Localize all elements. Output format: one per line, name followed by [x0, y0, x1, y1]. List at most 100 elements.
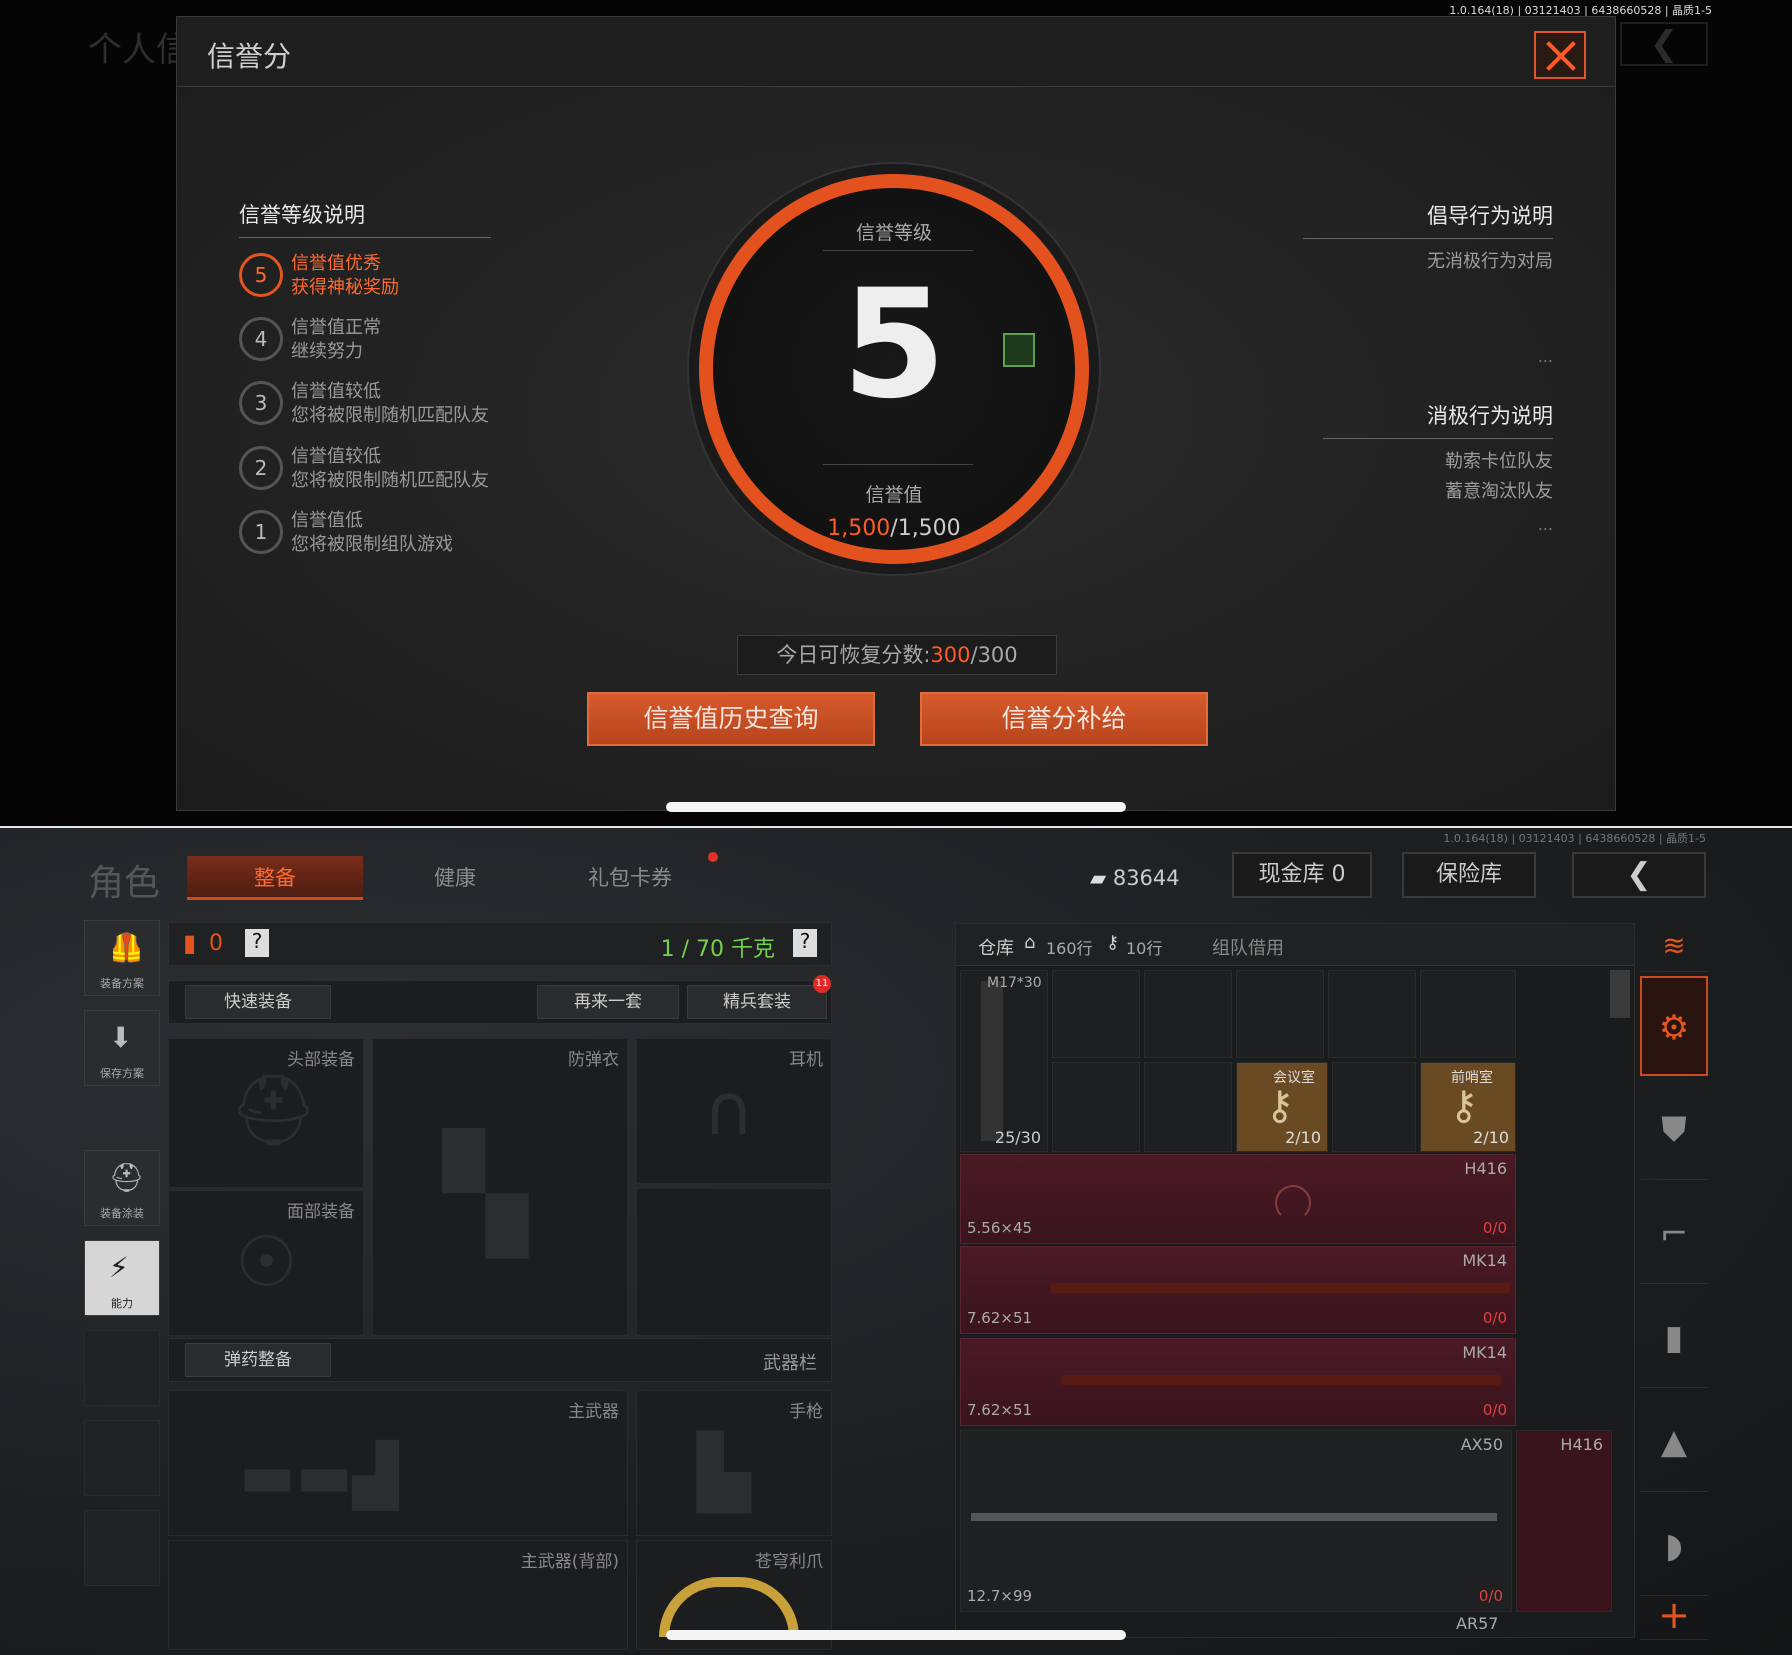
tab-health[interactable]: 健康	[380, 856, 530, 900]
recover-current: 300	[930, 643, 971, 667]
weight-indicator: 1 / 70 千克	[660, 937, 775, 962]
filter-misc-icon[interactable]: ◗	[1640, 1496, 1708, 1596]
level-title: 信誉值较低	[291, 381, 381, 402]
background-back-button: ❮	[1620, 22, 1708, 66]
weapon-name: H416	[1560, 1435, 1603, 1454]
scrollbar[interactable]	[1610, 970, 1630, 1018]
back-button[interactable]: ❮	[1572, 852, 1706, 898]
credit-supply-button[interactable]: 信誉分补给	[920, 692, 1208, 746]
filter-ammo-icon[interactable]: ▲	[1640, 1392, 1708, 1492]
level-item-5: 5 信誉值优秀 获得神秘奖励	[239, 249, 539, 301]
cash-store-button[interactable]: 现金库 0	[1232, 852, 1372, 898]
magazine-item[interactable]: M17*30 25/30	[960, 970, 1048, 1152]
skin-button[interactable]: ⛑ 装备涂装	[84, 1150, 160, 1226]
team-borrow-tab[interactable]: 组队借用	[1212, 934, 1284, 960]
home-icon: ⌂	[1024, 932, 1036, 953]
key-icon: ⚷	[1449, 1083, 1479, 1129]
more-indicator: ...	[1537, 515, 1553, 534]
add-icon[interactable]: +	[1640, 1590, 1708, 1640]
filter-rifle-icon[interactable]: ⌐	[1640, 1184, 1708, 1284]
empty-cell	[1420, 970, 1516, 1058]
face-slot[interactable]: 面部装备 ☉	[168, 1190, 364, 1336]
tab-storage[interactable]: 仓库	[978, 934, 1014, 960]
elite-set-button[interactable]: 精兵套装	[687, 985, 827, 1019]
loadout-header: ▮ 0 ? 1 / 70 千克 ?	[168, 922, 832, 966]
ability-button[interactable]: ⚡ 能力	[84, 1240, 160, 1316]
help-button[interactable]: ?	[793, 929, 817, 957]
recover-score: 今日可恢复分数:300/300	[737, 635, 1057, 675]
item-count: 0	[209, 931, 223, 956]
weapon-item[interactable]: H416 5.56×45 0/0	[960, 1154, 1516, 1244]
close-button[interactable]	[1534, 31, 1586, 79]
slot-label: 防弹衣	[568, 1050, 619, 1070]
level-item-3: 3 信誉值较低 您将被限制随机匹配队友	[239, 377, 539, 429]
pistol-slot[interactable]: 手枪 ▙	[636, 1390, 832, 1536]
quick-equip-button[interactable]: 快速装备	[185, 985, 331, 1019]
helmet-icon: ⛑	[109, 1161, 145, 1194]
item-count: 2/10	[1473, 1128, 1509, 1147]
negative-item: 蓄意淘汰队友	[1445, 481, 1553, 502]
extra-slot	[636, 1188, 832, 1336]
advocate-item: 无消极行为对局	[1427, 251, 1553, 272]
modal-header: 信誉分	[177, 17, 1615, 87]
elite-badge: 11	[813, 975, 831, 993]
level-badge: 1	[239, 510, 283, 554]
page-title: 角色	[88, 863, 161, 904]
lightning-icon: ⚡	[109, 1251, 129, 1284]
level-description-heading: 信誉等级说明	[239, 199, 491, 238]
filter-magazine-icon[interactable]: ▮	[1640, 1288, 1708, 1388]
sniper-item[interactable]: AX50 12.7×99 0/0	[960, 1430, 1512, 1612]
side-label: 保存方案	[100, 1067, 144, 1080]
save-plan-button[interactable]: ⬇ 保存方案	[84, 1010, 160, 1086]
sort-icon[interactable]: ≋	[1640, 920, 1708, 972]
slot-label: 主武器	[568, 1402, 619, 1422]
credit-modal: 信誉分 信誉等级说明 5 信誉值优秀 获得神秘奖励 4 信誉值正常 继续努力 3…	[176, 16, 1616, 811]
rifle-icon	[1061, 1375, 1501, 1385]
level-desc: 获得神秘奖励	[291, 277, 399, 298]
negative-item: 勒索卡位队友	[1445, 451, 1553, 472]
key-item[interactable]: 会议室 ⚷ 2/10	[1236, 1062, 1328, 1152]
side-weapon-item[interactable]: H416	[1516, 1430, 1612, 1612]
pistol-icon: ▙	[697, 1431, 751, 1513]
back-weapon-slot[interactable]: 主武器(背部)	[168, 1540, 628, 1650]
level-label: 信誉等级	[855, 222, 932, 244]
empty-cell	[1236, 970, 1324, 1058]
primary-weapon-slot[interactable]: 主武器 ▬▬▟	[168, 1390, 628, 1536]
tab-gift-cards[interactable]: 礼包卡券	[560, 856, 700, 900]
level-badge: 5	[239, 253, 283, 297]
shield-badge-icon	[1003, 333, 1035, 367]
filter-all-icon[interactable]: ⚙	[1640, 976, 1708, 1076]
level-title: 信誉值较低	[291, 446, 381, 467]
weapon-ammo: 0/0	[1478, 1587, 1503, 1605]
banknote-icon: ▰	[1090, 866, 1113, 890]
head-slot[interactable]: 头部装备 ⛑	[168, 1038, 364, 1188]
level-item-4: 4 信誉值正常 继续努力	[239, 313, 539, 365]
another-set-button[interactable]: 再来一套	[537, 985, 679, 1019]
history-query-button[interactable]: 信誉值历史查询	[587, 692, 875, 746]
character-screen: 1.0.164(18) | 03121403 | 6438660528 | 晶质…	[0, 826, 1792, 1655]
weapon-caliber: 7.62×51	[967, 1401, 1033, 1419]
loadout-plan-button[interactable]: 🦺 装备方案	[84, 920, 160, 996]
recover-label: 今日可恢复分数:	[776, 643, 931, 667]
weapon-item[interactable]: MK14 7.62×51 0/0	[960, 1246, 1516, 1334]
empty-slot	[84, 1420, 160, 1496]
tab-equip[interactable]: 整备	[187, 856, 363, 900]
empty-cell	[1144, 970, 1232, 1058]
key-capacity: 10行	[1126, 939, 1163, 958]
ear-slot[interactable]: 耳机 ∩	[636, 1038, 832, 1184]
armor-slot[interactable]: 防弹衣 ▚	[372, 1038, 628, 1336]
weapon-name: H416	[1464, 1159, 1507, 1178]
empty-cell	[1144, 1062, 1232, 1152]
help-button[interactable]: ?	[245, 929, 269, 957]
helmet-icon: ⛑	[229, 1069, 318, 1151]
level-desc: 您将被限制组队游戏	[291, 534, 453, 555]
credit-screen: 1.0.164(18) | 03121403 | 6438660528 | 晶质…	[0, 0, 1792, 826]
ammo-prep-button[interactable]: 弹药整备	[185, 1343, 331, 1377]
level-badge: 2	[239, 446, 283, 490]
key-item[interactable]: 前哨室 ⚷ 2/10	[1420, 1062, 1516, 1152]
vault-button[interactable]: 保险库	[1402, 852, 1536, 898]
download-icon: ⬇	[109, 1021, 133, 1054]
weapon-item[interactable]: MK14 7.62×51 0/0	[960, 1338, 1516, 1426]
filter-armor-icon[interactable]: ⛊	[1640, 1080, 1708, 1180]
slot-label: 手枪	[789, 1402, 823, 1422]
